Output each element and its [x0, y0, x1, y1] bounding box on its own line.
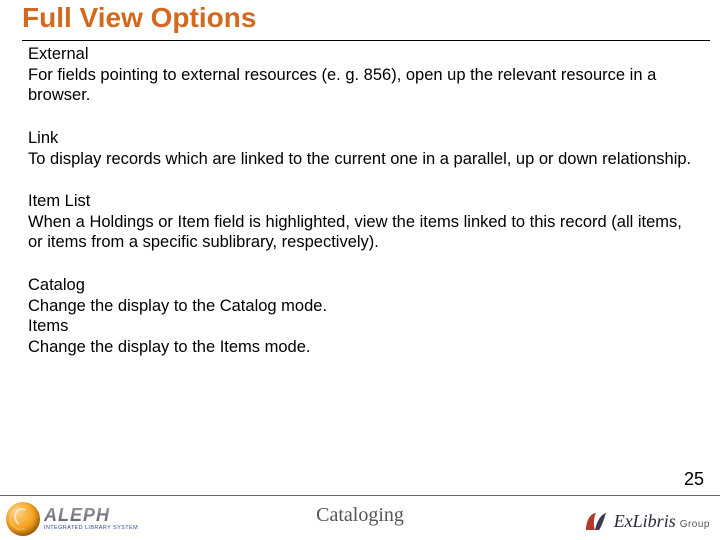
aleph-logo: ALEPH INTEGRATED LIBRARY SYSTEM	[6, 501, 166, 537]
section-heading: Catalog	[28, 275, 692, 296]
aleph-tagline: INTEGRATED LIBRARY SYSTEM	[44, 526, 138, 532]
exlibris-mark-icon	[582, 508, 608, 534]
section-items: Items Change the display to the Items mo…	[28, 316, 692, 357]
slide-body: External For fields pointing to external…	[28, 44, 692, 358]
aleph-logo-text: ALEPH INTEGRATED LIBRARY SYSTEM	[44, 506, 138, 532]
exlibris-logo-text: ExLibris Group	[614, 511, 710, 532]
section-heading: Link	[28, 128, 692, 149]
section-text: When a Holdings or Item field is highlig…	[28, 212, 692, 253]
exlibris-group-label: Group	[680, 519, 710, 530]
footer-bar: Cataloging ALEPH INTEGRATED LIBRARY SYST…	[0, 495, 720, 540]
section-external: External For fields pointing to external…	[28, 44, 692, 106]
section-text: Change the display to the Catalog mode.	[28, 296, 692, 317]
section-text: For fields pointing to external resource…	[28, 65, 692, 106]
page-number: 25	[684, 469, 704, 490]
section-catalog: Catalog Change the display to the Catalo…	[28, 275, 692, 316]
slide: Full View Options External For fields po…	[0, 0, 720, 540]
section-link: Link To display records which are linked…	[28, 128, 692, 169]
section-text: To display records which are linked to t…	[28, 149, 692, 170]
aleph-globe-icon	[6, 502, 40, 536]
section-item-list: Item List When a Holdings or Item field …	[28, 191, 692, 253]
section-heading: Items	[28, 316, 692, 337]
section-heading: Item List	[28, 191, 692, 212]
exlibris-wordmark: ExLibris	[614, 511, 676, 532]
exlibris-logo: ExLibris Group	[582, 508, 710, 534]
section-text: Change the display to the Items mode.	[28, 337, 692, 358]
aleph-wordmark: ALEPH	[44, 506, 138, 524]
title-underline	[22, 40, 710, 41]
slide-title: Full View Options	[22, 2, 256, 34]
section-heading: External	[28, 44, 692, 65]
